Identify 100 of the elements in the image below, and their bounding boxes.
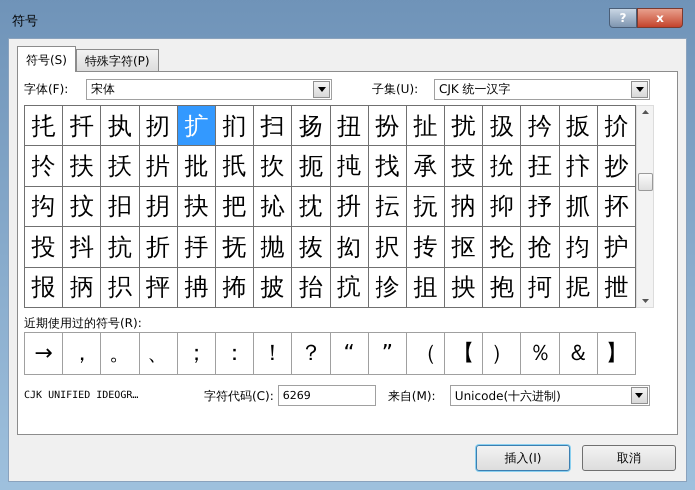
scroll-down-arrow-icon[interactable] bbox=[642, 299, 648, 303]
symbol-cell[interactable]: 扰 bbox=[445, 106, 484, 146]
symbol-cell[interactable]: 扥 bbox=[25, 106, 64, 146]
symbol-cell[interactable]: 护 bbox=[598, 227, 636, 268]
recent-symbol-cell[interactable]: ） bbox=[483, 333, 522, 375]
symbol-cell[interactable]: 抮 bbox=[368, 268, 407, 308]
symbol-cell[interactable]: 抆 bbox=[63, 186, 102, 228]
symbol-cell[interactable]: 抖 bbox=[63, 227, 102, 268]
symbol-cell[interactable]: 抱 bbox=[483, 268, 522, 308]
dialog-button[interactable]: 取消 bbox=[582, 445, 676, 471]
symbol-cell[interactable]: 抳 bbox=[560, 268, 598, 308]
symbol-cell[interactable]: 扵 bbox=[25, 146, 64, 187]
symbol-cell[interactable]: 扪 bbox=[216, 106, 254, 146]
symbol-cell[interactable]: 抍 bbox=[330, 186, 369, 228]
symbol-cell[interactable]: 找 bbox=[368, 146, 407, 187]
symbol-cell[interactable]: 抠 bbox=[445, 227, 484, 268]
recent-symbol-cell[interactable]: ， bbox=[63, 333, 102, 375]
symbol-cell[interactable]: 抄 bbox=[598, 146, 636, 187]
symbol-cell[interactable]: 执 bbox=[101, 106, 140, 146]
symbol-cell[interactable]: 抓 bbox=[560, 186, 598, 228]
scrollbar[interactable] bbox=[636, 105, 654, 308]
char-code-field[interactable]: 6269 bbox=[278, 385, 376, 406]
symbol-cell[interactable]: 抋 bbox=[254, 186, 292, 228]
symbol-cell[interactable]: 抜 bbox=[292, 227, 330, 268]
tab[interactable]: 符号(S) bbox=[17, 46, 76, 72]
symbol-cell[interactable]: 抨 bbox=[140, 268, 178, 308]
symbol-cell[interactable]: 抭 bbox=[330, 268, 369, 308]
symbol-cell[interactable]: 抃 bbox=[560, 146, 598, 187]
recent-symbol-cell[interactable]: ” bbox=[368, 333, 407, 375]
symbol-cell[interactable]: 扻 bbox=[254, 146, 292, 187]
recent-symbol-cell[interactable]: “ bbox=[330, 333, 369, 375]
symbol-cell[interactable]: 扭 bbox=[330, 106, 369, 146]
symbol-cell[interactable]: 抑 bbox=[483, 186, 522, 228]
symbol-cell[interactable]: 抂 bbox=[521, 146, 560, 187]
symbol-cell[interactable]: 抲 bbox=[521, 268, 560, 308]
recent-symbol-cell[interactable]: ！ bbox=[254, 333, 292, 375]
symbol-cell[interactable]: 扺 bbox=[216, 146, 254, 187]
dialog-button[interactable]: 插入(I) bbox=[476, 445, 570, 471]
symbol-cell[interactable]: 技 bbox=[445, 146, 484, 187]
recent-symbol-cell[interactable]: 】 bbox=[598, 333, 636, 375]
recent-symbol-cell[interactable]: ； bbox=[178, 333, 216, 375]
symbol-cell[interactable]: 扳 bbox=[560, 106, 598, 146]
symbol-cell[interactable]: 扸 bbox=[140, 146, 178, 187]
symbol-cell[interactable]: 把 bbox=[216, 186, 254, 228]
symbol-cell[interactable]: 抟 bbox=[406, 227, 446, 268]
symbol-cell[interactable]: 扫 bbox=[254, 106, 292, 146]
symbol-cell[interactable]: 抒 bbox=[521, 186, 560, 228]
recent-symbol-cell[interactable]: 。 bbox=[101, 333, 140, 375]
symbol-cell[interactable]: 批 bbox=[178, 146, 216, 187]
symbol-cell[interactable]: 抢 bbox=[521, 227, 560, 268]
symbol-cell[interactable]: 扷 bbox=[101, 146, 140, 187]
scroll-up-arrow-icon[interactable] bbox=[642, 110, 648, 114]
recent-symbol-cell[interactable]: 、 bbox=[140, 333, 178, 375]
symbol-cell[interactable]: 抡 bbox=[483, 227, 522, 268]
symbol-cell[interactable]: 抔 bbox=[598, 186, 636, 228]
recent-symbol-cell[interactable]: ＆ bbox=[560, 333, 598, 375]
symbol-cell[interactable]: 抙 bbox=[178, 227, 216, 268]
symbol-cell[interactable]: 扲 bbox=[521, 106, 560, 146]
recent-symbol-cell[interactable]: ％ bbox=[521, 333, 560, 375]
symbol-cell[interactable]: 抯 bbox=[406, 268, 446, 308]
symbol-cell[interactable]: 扬 bbox=[292, 106, 330, 146]
symbol-cell[interactable]: 报 bbox=[25, 268, 64, 308]
symbol-cell[interactable]: 抣 bbox=[560, 227, 598, 268]
symbol-cell[interactable]: 抦 bbox=[63, 268, 102, 308]
symbol-cell[interactable]: 抏 bbox=[406, 186, 446, 228]
symbol-cell[interactable]: 抉 bbox=[178, 186, 216, 228]
symbol-cell[interactable]: 披 bbox=[254, 268, 292, 308]
symbol-cell[interactable]: 扦 bbox=[63, 106, 102, 146]
symbol-cell[interactable]: 抈 bbox=[140, 186, 178, 228]
font-dropdown[interactable]: 宋体 bbox=[86, 78, 332, 100]
symbol-cell[interactable]: 抬 bbox=[292, 268, 330, 308]
symbol-cell[interactable]: 抛 bbox=[254, 227, 292, 268]
symbol-cell[interactable]: 扨 bbox=[140, 106, 178, 146]
symbol-cell[interactable]: 択 bbox=[368, 227, 407, 268]
symbol-cell[interactable]: 抁 bbox=[483, 146, 522, 187]
symbol-cell[interactable]: 抅 bbox=[25, 186, 64, 228]
symbol-cell[interactable]: 扽 bbox=[330, 146, 369, 187]
symbol-cell[interactable]: 抝 bbox=[330, 227, 369, 268]
symbol-cell[interactable]: 抚 bbox=[216, 227, 254, 268]
subset-dropdown[interactable]: CJK 统一汉字 bbox=[434, 78, 650, 100]
symbol-cell[interactable]: 抎 bbox=[368, 186, 407, 228]
symbol-cell[interactable]: 抴 bbox=[598, 268, 636, 308]
symbol-cell[interactable]: 扼 bbox=[292, 146, 330, 187]
symbol-cell[interactable]: 承 bbox=[406, 146, 446, 187]
scroll-thumb[interactable] bbox=[638, 172, 652, 190]
recent-symbol-cell[interactable]: 【 bbox=[445, 333, 484, 375]
tab[interactable]: 特殊字符(P) bbox=[76, 49, 159, 71]
recent-symbol-cell[interactable]: ？ bbox=[292, 333, 330, 375]
recent-symbol-cell[interactable]: → bbox=[25, 333, 64, 375]
from-dropdown[interactable]: Unicode(十六进制) bbox=[450, 385, 650, 406]
recent-symbol-cell[interactable]: （ bbox=[406, 333, 446, 375]
recent-symbol-cell[interactable]: ： bbox=[216, 333, 254, 375]
symbol-cell[interactable]: 抇 bbox=[101, 186, 140, 228]
symbol-cell[interactable]: 投 bbox=[25, 227, 64, 268]
symbol-cell[interactable]: 抌 bbox=[292, 186, 330, 228]
symbol-cell[interactable]: 抧 bbox=[101, 268, 140, 308]
symbol-cell[interactable]: 扶 bbox=[63, 146, 102, 187]
symbol-cell[interactable]: 扯 bbox=[406, 106, 446, 146]
symbol-cell[interactable]: 抰 bbox=[445, 268, 484, 308]
symbol-cell[interactable]: 抗 bbox=[101, 227, 140, 268]
